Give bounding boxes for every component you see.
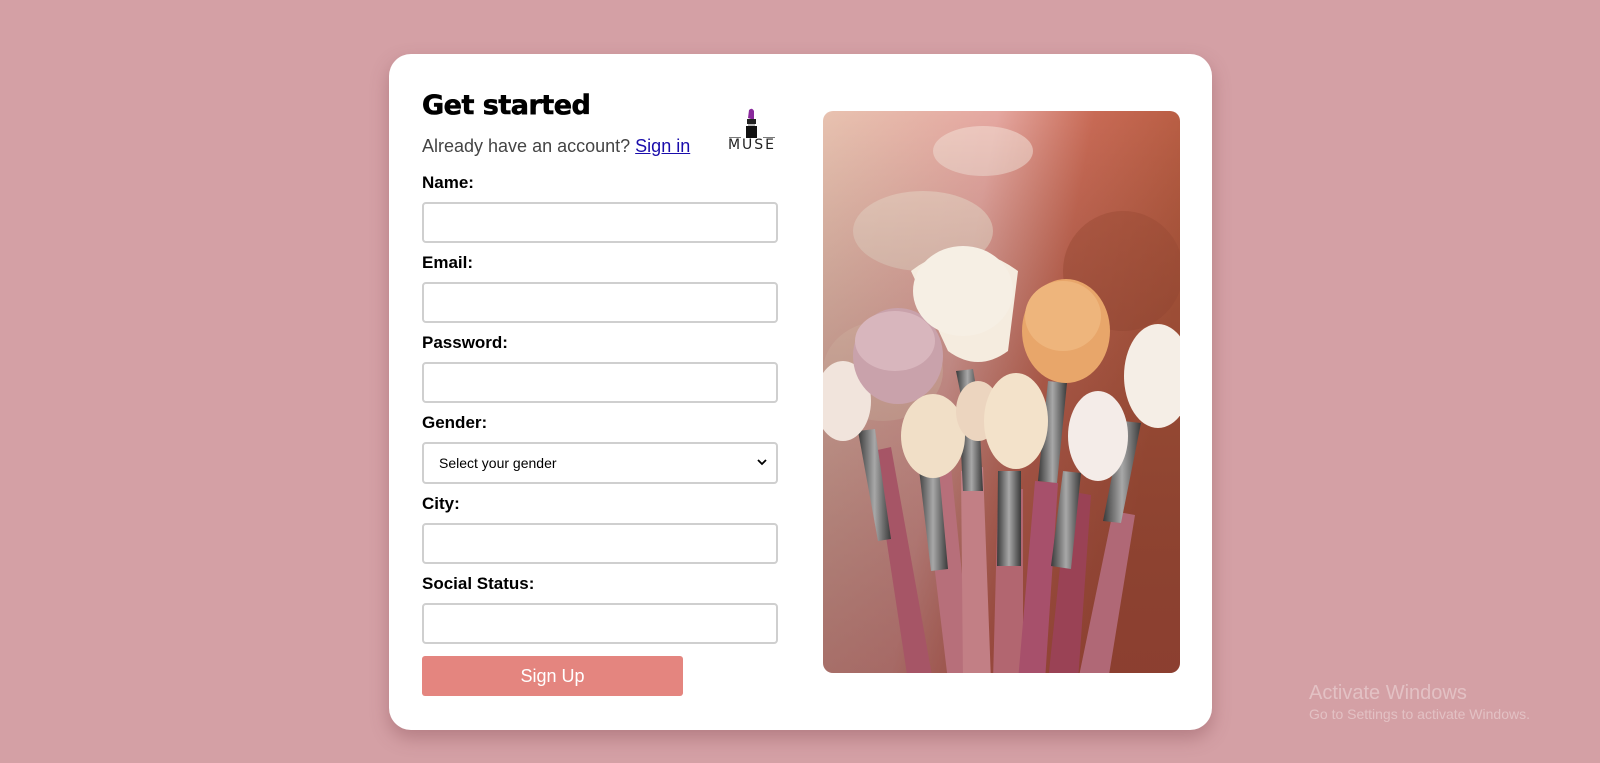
name-field-group: Name: [422,173,778,253]
password-input[interactable] [422,362,778,403]
password-label: Password: [422,333,508,352]
social-status-field-group: Social Status: [422,574,778,654]
watermark-title: Activate Windows [1309,682,1467,704]
page-title: Get started [422,90,591,122]
social-status-label: Social Status: [422,574,535,593]
signin-prompt: Already have an account? Sign in [422,135,778,157]
chevron-down-icon [757,459,767,466]
brushes-illustration [823,111,1180,673]
name-label: Name: [422,173,474,192]
name-input[interactable] [422,202,778,243]
password-field-group: Password: [422,333,778,413]
makeup-brushes-image [823,111,1180,673]
city-input[interactable] [422,523,778,564]
email-input[interactable] [422,282,778,323]
lipstick-icon [729,108,775,138]
signup-card: Get started Already have an account? Sig… [389,54,1212,730]
sign-up-button[interactable]: Sign Up [422,656,683,696]
gender-select[interactable]: Select your gender [422,442,778,484]
signin-link[interactable]: Sign in [635,136,690,156]
windows-activation-watermark: Activate Windows Go to Settings to activ… [1309,681,1530,723]
email-field-group: Email: [422,253,778,333]
signin-prompt-text: Already have an account? [422,136,631,156]
signup-form: Get started Already have an account? Sig… [422,88,778,696]
logo-text: MUSE [727,137,777,153]
social-status-input[interactable] [422,603,778,644]
city-field-group: City: [422,494,778,574]
email-label: Email: [422,253,474,272]
gender-field-group: Gender: Select your gender [422,413,778,484]
watermark-subtitle: Go to Settings to activate Windows. [1309,706,1530,722]
gender-label: Gender: [422,413,488,432]
city-label: City: [422,494,460,513]
gender-selected-value: Select your gender [439,455,557,471]
muse-logo: MUSE [727,108,777,154]
